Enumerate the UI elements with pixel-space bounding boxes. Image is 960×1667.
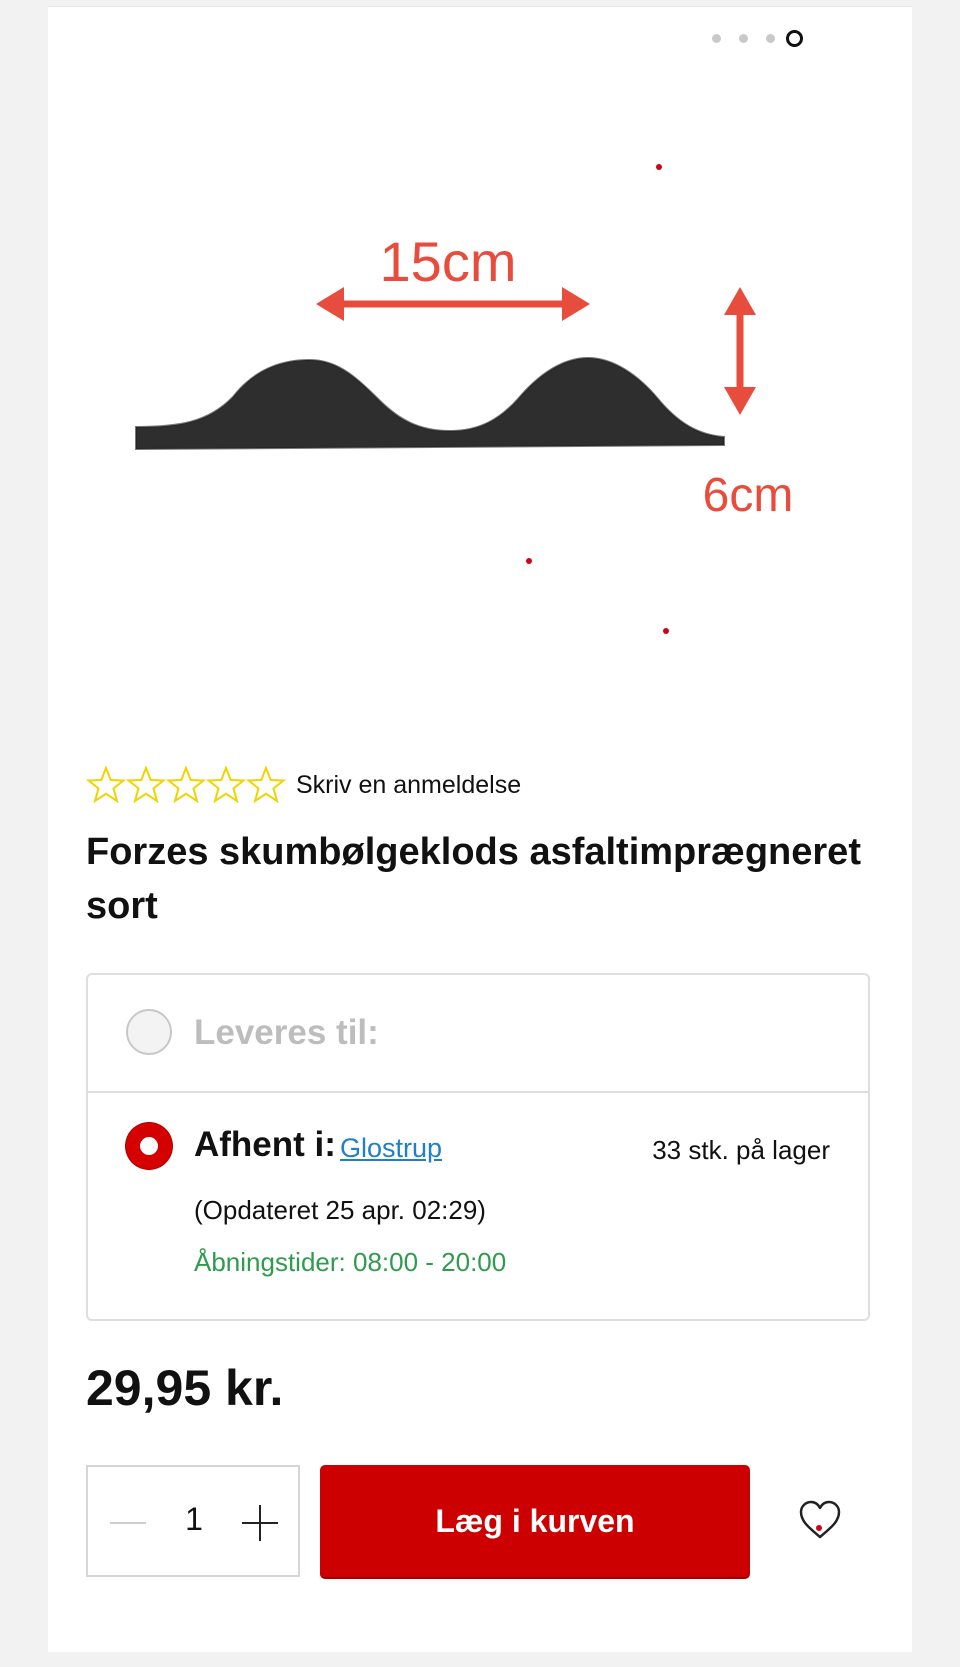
star-rating[interactable] (86, 765, 286, 805)
pickup-radio-selected[interactable] (126, 1123, 172, 1169)
add-to-cart-button[interactable]: Læg i kurven (320, 1465, 750, 1577)
opening-hours: Åbningstider: 08:00 - 20:00 (194, 1247, 507, 1277)
product-image[interactable]: 15cm 6cm (48, 47, 912, 707)
delivery-option-label: Leveres til: (194, 1013, 379, 1052)
product-price: 29,95 kr. (86, 1360, 284, 1416)
product-image-svg: 15cm 6cm (135, 230, 794, 522)
red-dot (663, 628, 669, 634)
gallery-dot-4-active[interactable] (786, 30, 803, 47)
stock-updated-time: (Opdateret 25 apr. 02:29) (194, 1195, 486, 1225)
red-dot (526, 558, 532, 564)
width-label: 15cm (380, 230, 517, 293)
star-empty-icon (166, 765, 206, 804)
delivery-options: Leveres til: Afhent i: Glostrup 33 stk. … (86, 973, 870, 1321)
stock-status: 33 stk. på lager (652, 1135, 830, 1165)
quantity-increase-button[interactable] (240, 1503, 280, 1543)
pickup-option-label: Afhent i: (194, 1125, 336, 1164)
star-empty-icon (246, 765, 286, 804)
gallery-dot-3[interactable] (766, 34, 775, 43)
product-card: 15cm 6cm Skriv en anmeldelse Forzes skum… (48, 6, 912, 1652)
delivery-radio[interactable] (126, 1009, 172, 1055)
gallery-pagination (48, 30, 912, 47)
heart-icon[interactable] (798, 1499, 842, 1541)
delivery-option[interactable]: Leveres til: (88, 975, 868, 1093)
foam-wave-shape (136, 358, 724, 449)
quantity-stepper: 1 (86, 1465, 300, 1577)
write-review-link[interactable]: Skriv en anmeldelse (296, 771, 521, 800)
rating-row: Skriv en anmeldelse (86, 763, 521, 807)
gallery-dot-2[interactable] (739, 34, 748, 43)
quantity-value[interactable]: 1 (172, 1501, 216, 1538)
gallery-dot-1[interactable] (712, 34, 721, 43)
star-empty-icon (86, 765, 126, 804)
star-empty-icon (206, 765, 246, 804)
height-arrow (724, 287, 756, 415)
red-dot (816, 1525, 822, 1531)
star-empty-icon (126, 765, 166, 804)
quantity-decrease-button[interactable] (108, 1503, 148, 1543)
store-link[interactable]: Glostrup (340, 1133, 442, 1164)
red-dot (656, 164, 662, 170)
height-label: 6cm (703, 469, 794, 522)
product-title: Forzes skumbølgeklods asfaltimprægneret … (86, 831, 861, 927)
